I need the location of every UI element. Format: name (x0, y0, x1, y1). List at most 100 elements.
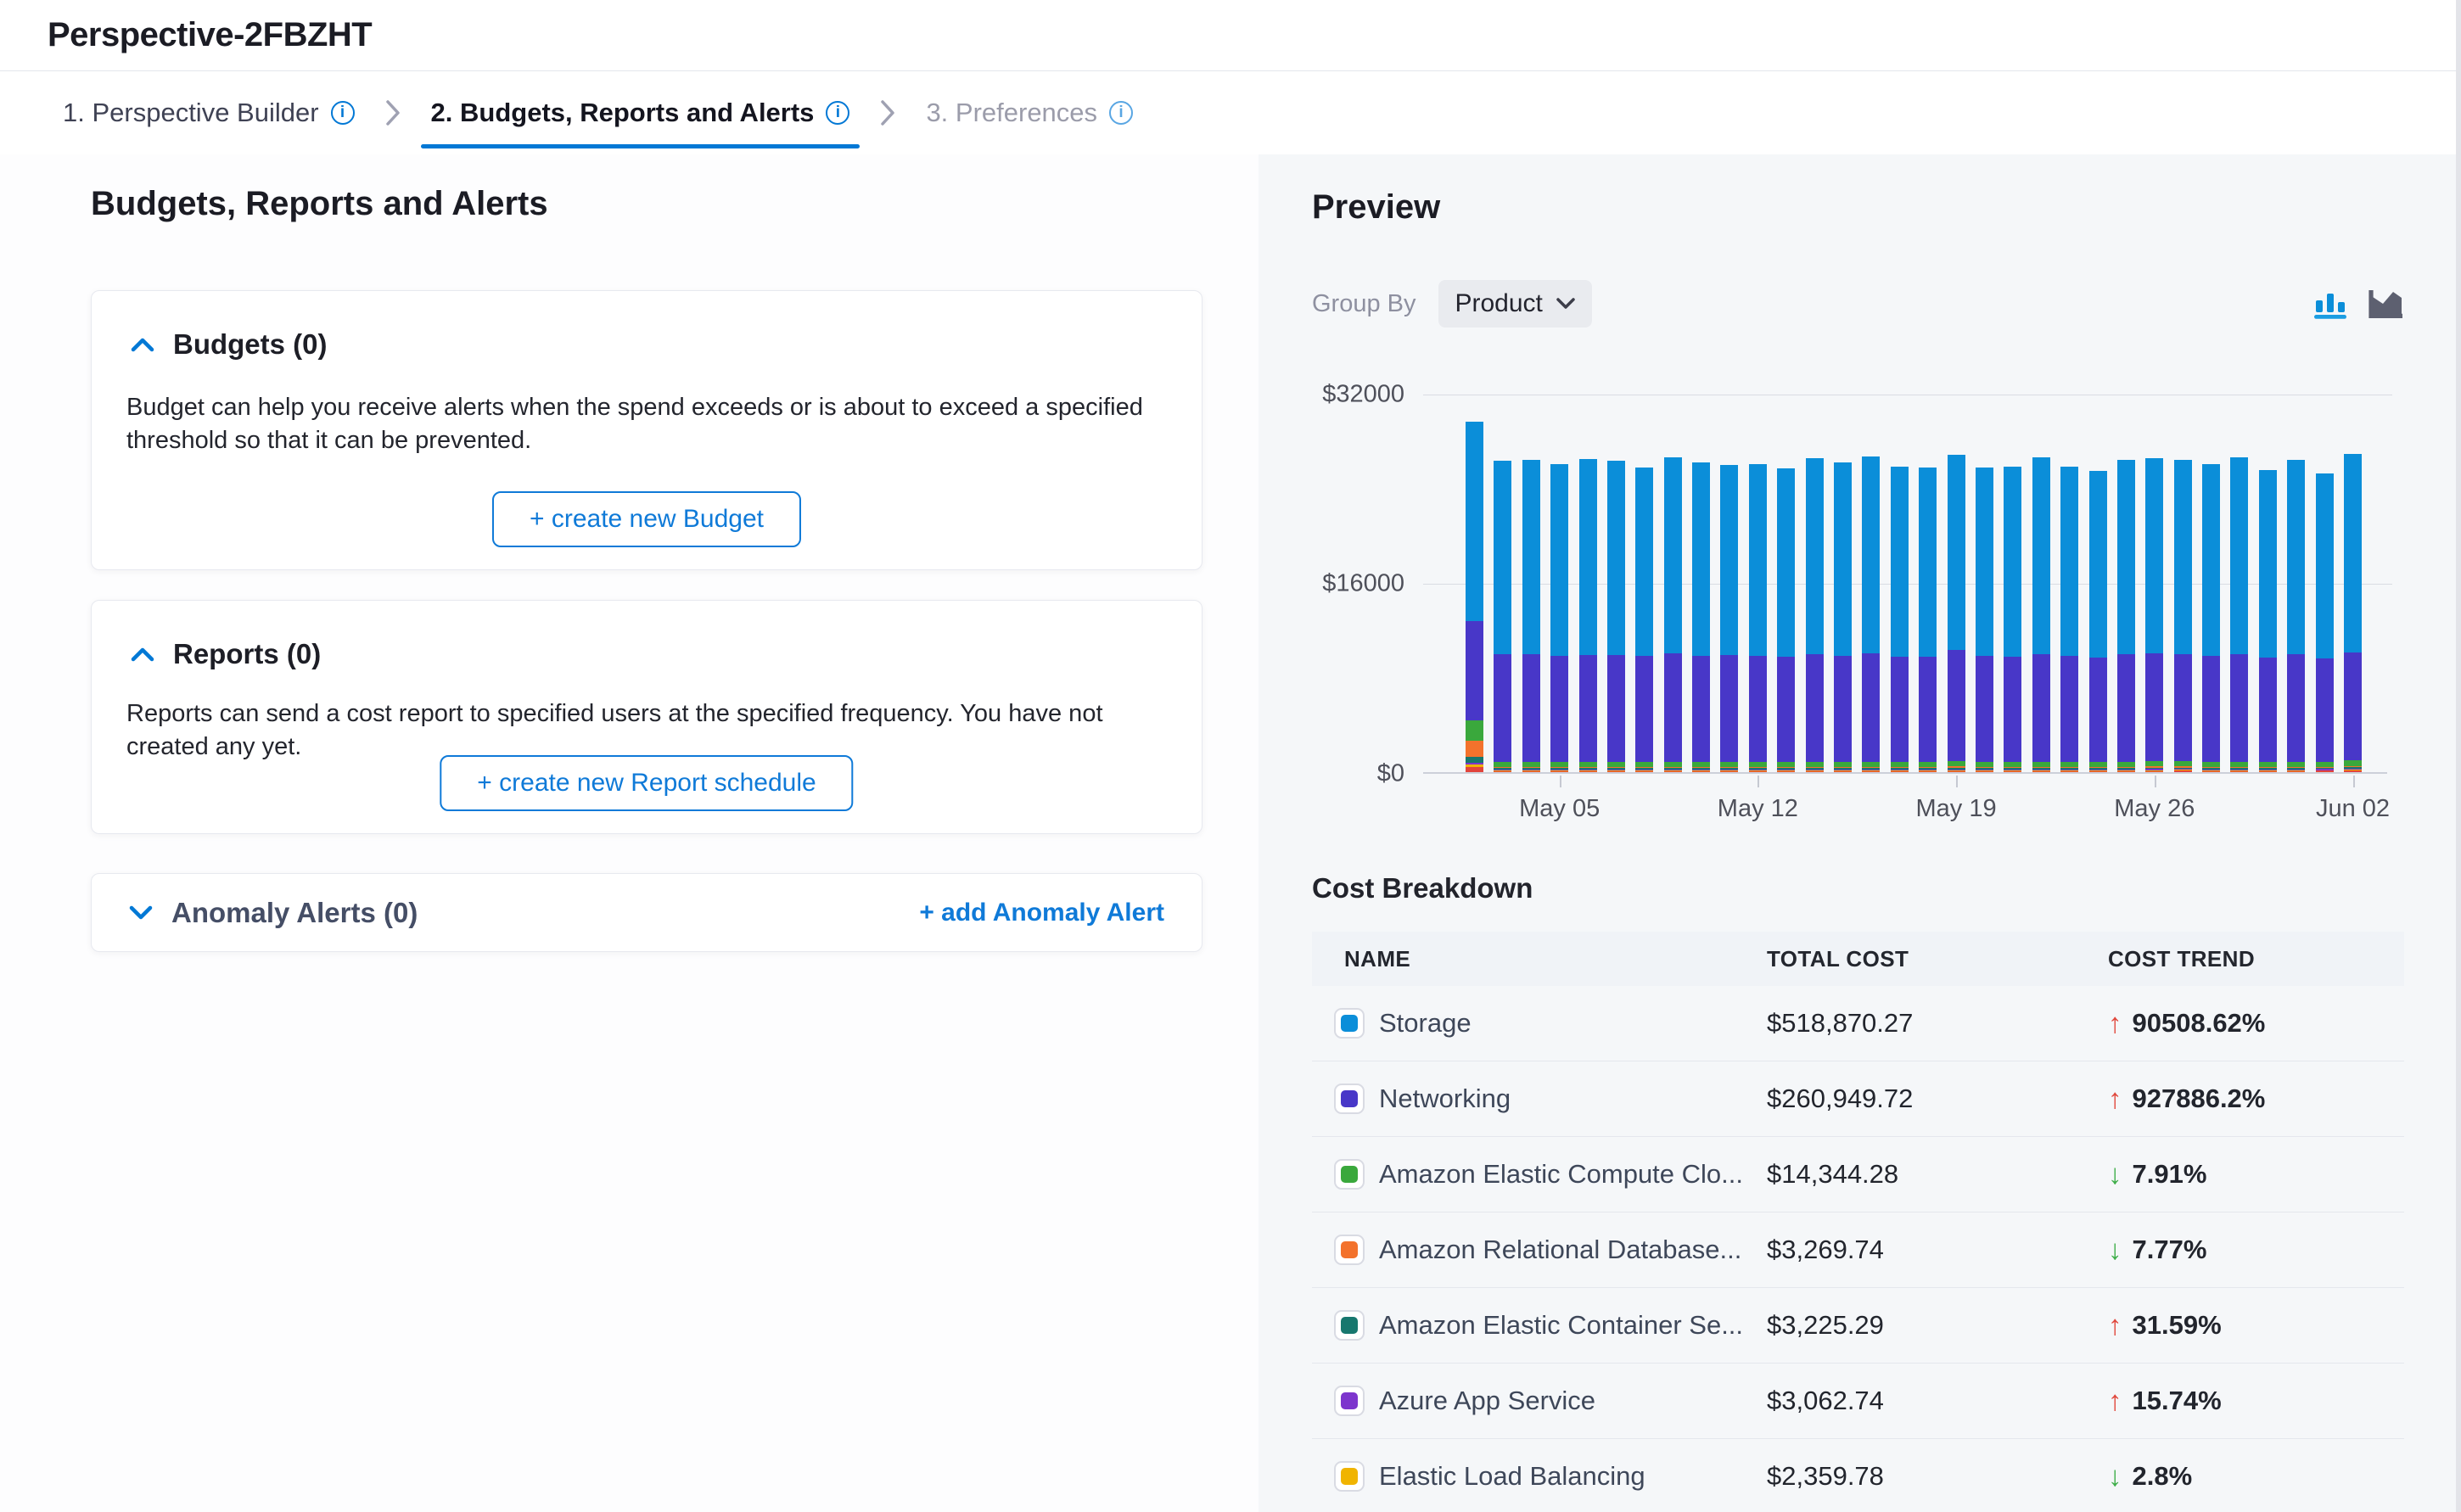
row-name: Amazon Elastic Compute Clo... (1379, 1159, 1743, 1190)
info-icon[interactable]: i (331, 101, 355, 125)
create-report-schedule-button[interactable]: + create new Report schedule (440, 755, 853, 811)
row-total-cost: $2,359.78 (1767, 1461, 2108, 1492)
stacked-bar[interactable] (1607, 461, 1625, 772)
bar-segment (2230, 654, 2248, 761)
bar-chart-icon[interactable] (2310, 282, 2351, 322)
stacked-bar[interactable] (2202, 464, 2220, 772)
stacked-bar[interactable] (1550, 464, 1568, 772)
bar-segment (1862, 456, 1880, 653)
table-row[interactable]: Amazon Elastic Compute Clo...$14,344.28↓… (1312, 1137, 2404, 1212)
reports-card-header[interactable]: Reports (0) (131, 638, 321, 670)
bar-segment (1522, 654, 1540, 761)
stacked-bar[interactable] (2145, 458, 2163, 772)
bar-segment (1522, 771, 1540, 772)
table-row[interactable]: Elastic Load Balancing$2,359.78↓2.8% (1312, 1439, 2404, 1512)
stacked-bar[interactable] (2032, 457, 2050, 772)
stacked-bar[interactable] (1948, 455, 1965, 772)
table-row[interactable]: Amazon Relational Database...$3,269.74↓7… (1312, 1212, 2404, 1288)
scrollbar-track[interactable] (2456, 0, 2461, 1512)
stacked-bar[interactable] (1522, 460, 1540, 772)
info-icon[interactable]: i (1109, 101, 1133, 125)
anomaly-alerts-header[interactable]: Anomaly Alerts (0) (129, 897, 418, 929)
bar-segment (1976, 771, 1993, 772)
bar-segment (2004, 467, 2021, 658)
group-by-dropdown[interactable]: Product (1438, 280, 1592, 328)
stacked-bar[interactable] (1494, 461, 1511, 772)
trend-up-icon: ↑ (2108, 1385, 2122, 1417)
stacked-bar[interactable] (1976, 468, 1993, 772)
stacked-bar[interactable] (1834, 462, 1852, 772)
stacked-bar[interactable] (1692, 462, 1710, 772)
series-color-swatch (1334, 1461, 1365, 1492)
stacked-bar[interactable] (1919, 468, 1937, 772)
stacked-bar[interactable] (1720, 465, 1738, 772)
chart-plot[interactable]: May 05May 12May 19May 26Jun 02 (1423, 395, 2387, 774)
reports-description: Reports can send a cost report to specif… (126, 697, 1187, 764)
stacked-bar[interactable] (2089, 471, 2107, 772)
row-cost-trend: ↓7.77% (2108, 1234, 2404, 1266)
bar-segment (1862, 771, 1880, 772)
chevron-up-icon (131, 647, 154, 662)
stacked-bar[interactable] (1862, 456, 1880, 772)
bar-segment (1777, 468, 1795, 657)
stacked-bar[interactable] (2287, 460, 2305, 772)
bar-segment (1919, 657, 1937, 762)
row-name-cell: Amazon Elastic Compute Clo... (1312, 1159, 1767, 1190)
trend-percent: 90508.62% (2133, 1008, 2266, 1039)
stacked-bar[interactable] (2259, 470, 2277, 772)
bar-segment (1806, 771, 1824, 772)
bar-segment (1494, 461, 1511, 654)
stacked-bar[interactable] (1806, 458, 1824, 772)
bar-segment (1607, 461, 1625, 655)
stacked-bar[interactable] (1777, 468, 1795, 772)
stacked-bar[interactable] (2174, 460, 2192, 772)
table-row[interactable]: Networking$260,949.72↑927886.2% (1312, 1061, 2404, 1137)
area-chart-icon[interactable] (2366, 282, 2407, 322)
stacked-bar[interactable] (2344, 454, 2362, 772)
table-row[interactable]: Storage$518,870.27↑90508.62% (1312, 986, 2404, 1061)
stacked-bar[interactable] (1635, 468, 1653, 772)
tab-budgets-reports-alerts[interactable]: 2. Budgets, Reports and Alerts i (424, 71, 857, 154)
info-icon[interactable]: i (826, 101, 849, 125)
stacked-bar[interactable] (2117, 460, 2135, 772)
wizard-tabbar: 1. Perspective Builder i 2. Budgets, Rep… (0, 71, 2461, 154)
add-anomaly-alert-button[interactable]: + add Anomaly Alert (919, 899, 1164, 927)
bar-segment (1948, 771, 1965, 772)
stacked-bar[interactable] (2230, 457, 2248, 772)
bar-segment (1466, 422, 1483, 621)
stacked-bar[interactable] (2316, 473, 2334, 772)
bar-segment (1692, 462, 1710, 656)
stacked-bar[interactable] (1579, 459, 1597, 772)
create-budget-button[interactable]: + create new Budget (492, 491, 801, 547)
reports-card-title: Reports (0) (173, 638, 321, 670)
stacked-bar[interactable] (1664, 457, 1682, 772)
trend-percent: 7.91% (2133, 1159, 2207, 1190)
stacked-bar[interactable] (1749, 464, 1767, 772)
row-cost-trend: ↓7.91% (2108, 1158, 2404, 1190)
table-row[interactable]: Azure App Service$3,062.74↑15.74% (1312, 1364, 2404, 1439)
bar-segment (1806, 654, 1824, 761)
stacked-bar[interactable] (2004, 467, 2021, 772)
preview-chart: $32000 $16000 $0 May 05May 12May 19May 2… (1259, 358, 2438, 833)
x-axis-tick-label: Jun 02 (2316, 795, 2390, 823)
table-row[interactable]: Amazon Elastic Container Se...$3,225.29↑… (1312, 1288, 2404, 1364)
series-color-swatch (1334, 1084, 1365, 1114)
tab-perspective-builder[interactable]: 1. Perspective Builder i (56, 71, 362, 154)
stacked-bar[interactable] (1891, 467, 1909, 772)
bar-segment (2032, 457, 2050, 654)
tab-preferences[interactable]: 3. Preferences i (919, 71, 1140, 154)
bar-segment (2004, 657, 2021, 762)
stacked-bar[interactable] (1466, 422, 1483, 772)
chevron-down-icon (1556, 298, 1575, 310)
page-title: Perspective-2FBZHT (48, 16, 372, 54)
bar-segment (1607, 655, 1625, 762)
trend-percent: 927886.2% (2133, 1084, 2266, 1114)
budgets-card-header[interactable]: Budgets (0) (131, 328, 328, 361)
cost-breakdown-title: Cost Breakdown (1312, 872, 1533, 904)
bar-segment (2344, 652, 2362, 761)
bar-segment (1891, 771, 1909, 772)
bar-segment (2259, 771, 2277, 772)
stacked-bar[interactable] (2060, 467, 2078, 772)
bar-segment (1494, 771, 1511, 772)
bar-segment (1806, 458, 1824, 654)
